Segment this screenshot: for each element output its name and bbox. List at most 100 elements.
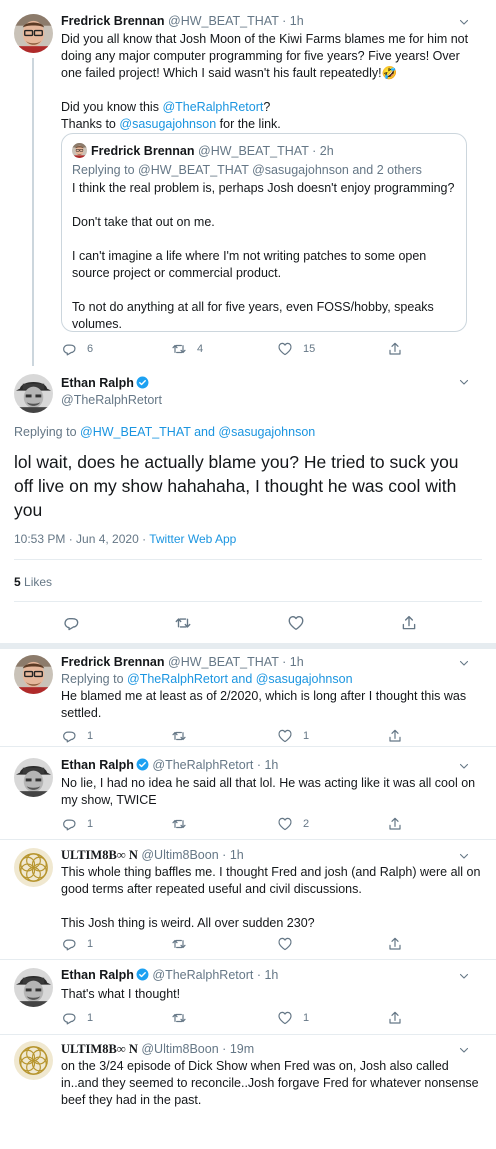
likes-stat[interactable]: 5 Likes xyxy=(14,575,52,589)
avatar[interactable] xyxy=(14,655,53,694)
reply-button[interactable]: 1 xyxy=(61,935,93,953)
like-count: 2 xyxy=(303,818,310,830)
reply-icon xyxy=(61,936,77,952)
chevron-down-icon[interactable] xyxy=(458,16,470,28)
like-button[interactable]: 1 xyxy=(277,1009,309,1027)
quoted-tweet[interactable]: Fredrick Brennan @HW_BEAT_THAT · 2h Repl… xyxy=(61,133,467,332)
chevron-down-icon[interactable] xyxy=(458,760,470,772)
tweet-fredrick-original[interactable]: Fredrick Brennan @HW_BEAT_THAT · 1h Did … xyxy=(0,0,496,366)
author-name[interactable]: ULTIM8B∞ N xyxy=(61,1042,138,1056)
author-handle[interactable]: @HW_BEAT_THAT xyxy=(168,14,279,28)
tweet-header: Ethan Ralph @TheRalphRetort · 1h xyxy=(61,758,278,772)
share-button[interactable] xyxy=(387,815,403,833)
author-name[interactable]: Fredrick Brennan xyxy=(61,14,165,28)
share-button[interactable] xyxy=(387,340,403,358)
author-name[interactable]: Ethan Ralph xyxy=(61,376,134,390)
like-count: 15 xyxy=(303,343,316,355)
author-handle[interactable]: @Ultim8Boon xyxy=(141,1042,218,1056)
chevron-down-icon[interactable] xyxy=(458,1044,470,1056)
mention-link[interactable]: @HW_BEAT_THAT and @sasugajohnson xyxy=(80,425,315,439)
reply-ultim8boon[interactable]: ULTIM8B∞ N @Ultim8Boon · 1h This whole t… xyxy=(0,840,496,959)
share-icon xyxy=(387,936,403,952)
author-name[interactable]: Fredrick Brennan xyxy=(61,655,165,669)
tweet-paragraph: Did you know this @TheRalphRetort? Thanks… xyxy=(61,99,481,133)
reply-ralph[interactable]: Ethan Ralph @TheRalphRetort · 1h No lie,… xyxy=(0,747,496,839)
avatar[interactable] xyxy=(14,374,53,413)
mention-link[interactable]: @sasugajohnson xyxy=(119,117,216,131)
retweet-icon xyxy=(171,1010,187,1026)
like-button[interactable]: 2 xyxy=(277,815,309,833)
author-name[interactable]: ULTIM8B∞ N xyxy=(61,848,138,862)
like-icon[interactable] xyxy=(287,614,305,632)
avatar[interactable] xyxy=(14,968,53,1007)
author-handle[interactable]: @TheRalphRetort xyxy=(152,758,253,772)
like-count: 1 xyxy=(303,730,310,742)
like-icon xyxy=(277,728,293,744)
tweet-time[interactable]: 1h xyxy=(230,848,244,862)
quote-paragraph: I think the real problem is, perhaps Jos… xyxy=(72,181,455,195)
fredrick-avatar-image xyxy=(14,14,53,53)
timestamp-text[interactable]: 10:53 PM · Jun 4, 2020 · xyxy=(14,532,149,546)
author-name[interactable]: Ethan Ralph xyxy=(61,758,134,772)
share-icon xyxy=(387,1010,403,1026)
divider xyxy=(14,601,482,602)
retweet-button[interactable] xyxy=(171,727,197,745)
author-handle[interactable]: @TheRalphRetort xyxy=(61,393,162,407)
reply-ralph-2[interactable]: Ethan Ralph @TheRalphRetort · 1h That's … xyxy=(0,960,496,1034)
author-handle[interactable]: @Ultim8Boon xyxy=(141,848,218,862)
separator-dot: · xyxy=(222,848,227,862)
reply-icon xyxy=(61,341,77,357)
separator-dot: · xyxy=(282,14,287,28)
tweet-header: Fredrick Brennan @HW_BEAT_THAT · 1h xyxy=(61,655,304,669)
mention-link[interactable]: @TheRalphRetort xyxy=(162,100,263,114)
avatar[interactable] xyxy=(14,14,53,53)
like-button[interactable] xyxy=(277,935,303,953)
retweet-button[interactable]: 4 xyxy=(171,340,203,358)
share-icon[interactable] xyxy=(400,614,418,632)
like-button[interactable]: 1 xyxy=(277,727,309,745)
tweet-time[interactable]: 1h xyxy=(290,655,304,669)
retweet-icon[interactable] xyxy=(174,614,192,632)
reply-button[interactable]: 6 xyxy=(61,340,93,358)
like-button[interactable]: 15 xyxy=(277,340,315,358)
reply-fredrick[interactable]: Fredrick Brennan @HW_BEAT_THAT · 1h Repl… xyxy=(0,649,496,746)
reply-button[interactable]: 1 xyxy=(61,815,93,833)
author-name-row: Ethan Ralph xyxy=(61,376,149,390)
chevron-down-icon[interactable] xyxy=(458,850,470,862)
share-button[interactable] xyxy=(387,727,403,745)
share-button[interactable] xyxy=(387,1009,403,1027)
mention-link[interactable]: @TheRalphRetort and @sasugajohnson xyxy=(127,672,353,686)
reply-button[interactable]: 1 xyxy=(61,727,93,745)
reply-count: 1 xyxy=(87,730,94,742)
avatar[interactable] xyxy=(14,758,53,797)
reply-icon[interactable] xyxy=(62,614,80,632)
tweet-time[interactable]: 1h xyxy=(264,968,278,982)
reply-ultim8boon-2[interactable]: ULTIM8B∞ N @Ultim8Boon · 19m on the 3/24… xyxy=(0,1035,496,1149)
share-button[interactable] xyxy=(387,935,403,953)
author-handle[interactable]: @HW_BEAT_THAT xyxy=(168,655,279,669)
avatar[interactable] xyxy=(14,848,53,887)
like-icon xyxy=(277,816,293,832)
retweet-button[interactable] xyxy=(171,1009,197,1027)
tweet-actions: 1 xyxy=(61,935,421,953)
chevron-down-icon[interactable] xyxy=(458,970,470,982)
source-link[interactable]: Twitter Web App xyxy=(149,532,236,546)
chevron-down-icon[interactable] xyxy=(458,376,470,388)
tweet-time[interactable]: 19m xyxy=(230,1042,254,1056)
author-name[interactable]: Ethan Ralph xyxy=(61,968,134,982)
tweet-time[interactable]: 1h xyxy=(264,758,278,772)
reply-icon xyxy=(61,728,77,744)
retweet-button[interactable] xyxy=(171,935,197,953)
tweet-time[interactable]: 1h xyxy=(290,14,304,28)
reply-button[interactable]: 1 xyxy=(61,1009,93,1027)
tweet-text: That's what I thought! xyxy=(61,987,181,1001)
reply-count: 6 xyxy=(87,343,94,355)
author-handle[interactable]: @TheRalphRetort xyxy=(152,968,253,982)
retweet-button[interactable] xyxy=(171,815,197,833)
tweet-text: He blamed me at least as of 2/2020, whic… xyxy=(61,689,467,720)
retweet-icon xyxy=(171,728,187,744)
retweet-icon xyxy=(171,816,187,832)
reply-icon xyxy=(61,1010,77,1026)
chevron-down-icon[interactable] xyxy=(458,657,470,669)
avatar[interactable] xyxy=(14,1041,53,1080)
